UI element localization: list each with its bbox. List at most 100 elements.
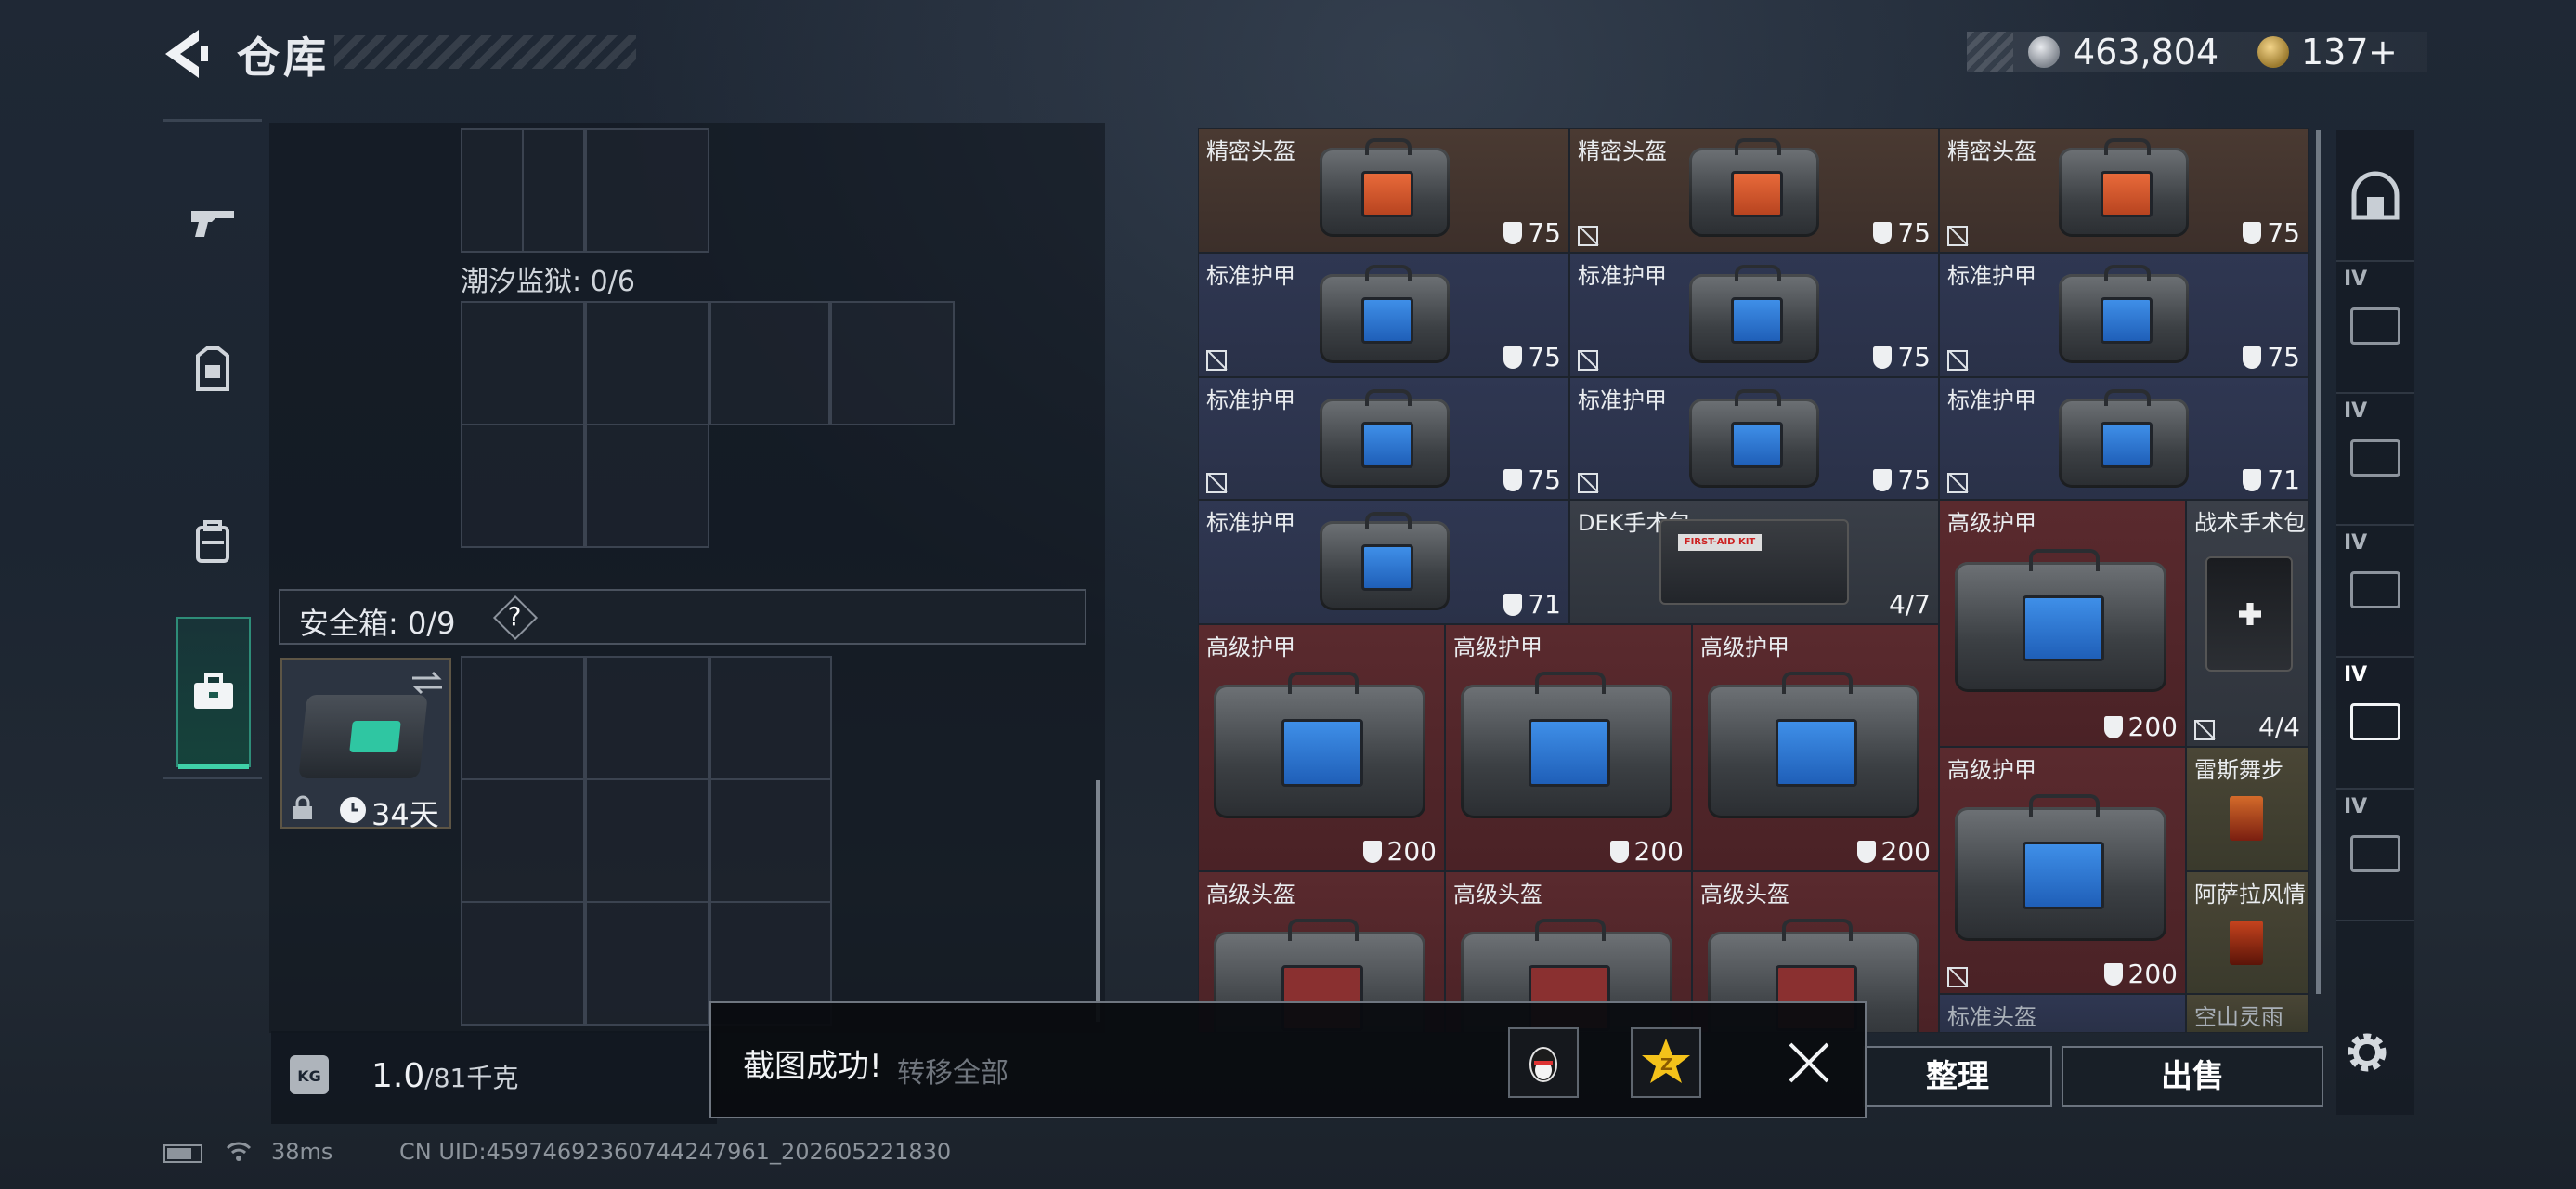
item-name: 高级头盔 <box>1206 882 1295 908</box>
durability: 75 <box>1503 217 1561 248</box>
medical-box-icon <box>2350 703 2400 740</box>
grid-slot[interactable] <box>585 128 709 253</box>
item-tactical-surgery-kit[interactable]: 战术手术包 4/4 <box>2186 500 2309 747</box>
item-advanced-armor[interactable]: 高级护甲 200 <box>1445 624 1692 871</box>
durability: 200 <box>1362 836 1437 867</box>
item-advanced-armor[interactable]: 高级护甲 200 <box>1939 747 2186 994</box>
item-advanced-armor[interactable]: 高级护甲 200 <box>1692 624 1939 871</box>
item-precision-helmet[interactable]: 精密头盔 75 <box>1569 128 1939 253</box>
grid-slot[interactable] <box>585 901 709 1026</box>
item-name: 标准护甲 <box>1206 510 1295 536</box>
silver-balance: 463,804 <box>2073 32 2219 72</box>
item-drink-rex-dance[interactable]: 雷斯舞步 <box>2186 747 2309 871</box>
item-standard-armor[interactable]: 标准护甲 71 <box>1939 377 2309 500</box>
item-advanced-armor[interactable]: 高级护甲 200 <box>1939 500 2186 747</box>
storage-tab-1[interactable]: IV <box>2336 260 2414 394</box>
grid-slot[interactable] <box>522 128 585 253</box>
item-name: 高级护甲 <box>1206 634 1295 660</box>
storage-scrollbar[interactable] <box>2316 130 2321 994</box>
storage-tab-5[interactable]: IV <box>2336 788 2414 921</box>
sell-button[interactable]: 出售 <box>2062 1046 2323 1107</box>
item-precision-helmet[interactable]: 精密头盔 75 <box>1939 128 2309 253</box>
star-icon: Z <box>1642 1039 1690 1083</box>
uid-readout: CN UID:4597469236074424796​1_20260522183… <box>399 1139 952 1165</box>
storage-tab-3[interactable]: IV <box>2336 524 2414 658</box>
sidebar-item-backpack[interactable] <box>163 481 262 602</box>
settings-gear-icon[interactable] <box>2340 1026 2394 1079</box>
item-name: 高级护甲 <box>1947 510 2036 536</box>
sidebar-item-armor[interactable] <box>163 314 262 425</box>
item-standard-armor[interactable]: 标准护甲 75 <box>1198 377 1569 500</box>
grid-slot[interactable] <box>585 778 709 903</box>
item-name: 标准护甲 <box>1947 263 2036 289</box>
armor-image <box>1708 671 1919 818</box>
gold-topup-button[interactable]: + <box>2368 32 2398 72</box>
share-qzone-button[interactable]: Z <box>1631 1027 1701 1098</box>
item-advanced-armor[interactable]: 高级护甲 200 <box>1198 624 1445 871</box>
item-name: 雷斯舞步 <box>2194 757 2283 783</box>
item-precision-helmet[interactable]: 精密头盔 75 <box>1198 128 1569 253</box>
durability: 75 <box>1873 342 1931 372</box>
grid-slot[interactable] <box>461 656 585 780</box>
no-repair-icon <box>1206 473 1227 493</box>
grid-slot[interactable] <box>461 901 585 1026</box>
grid-slot[interactable] <box>461 301 585 425</box>
armor-image <box>2059 265 2189 363</box>
durability: 75 <box>1503 342 1561 372</box>
storage-tab-4-active[interactable]: IV <box>2336 656 2414 790</box>
grid-slot[interactable] <box>709 656 832 780</box>
item-standard-armor[interactable]: 标准护甲 75 <box>1569 377 1939 500</box>
durability: 200 <box>1609 836 1684 867</box>
no-repair-icon <box>1578 350 1598 371</box>
grid-slot[interactable] <box>461 424 585 548</box>
weight-value: 1.0 <box>371 1057 425 1095</box>
item-standard-armor[interactable]: 标准护甲 75 <box>1569 253 1939 377</box>
item-name: 精密头盔 <box>1206 138 1295 164</box>
item-standard-armor[interactable]: 标准护甲 75 <box>1198 253 1569 377</box>
screenshot-toast: 转移全部 截图成功! Z <box>709 1001 1867 1118</box>
item-standard-armor[interactable]: 标准护甲 71 <box>1198 500 1569 624</box>
item-dek-surgery-kit[interactable]: DEK手术包 FIRST-AID KIT 4/7 <box>1569 500 1939 624</box>
grid-slot[interactable] <box>585 424 709 548</box>
item-drink-asala[interactable]: 阿萨拉风情 <box>2186 871 2309 994</box>
gold-coin-icon <box>2257 36 2289 68</box>
sidebar-item-weapons[interactable] <box>163 171 262 273</box>
tactical-kit-image <box>2205 556 2293 672</box>
grid-slot[interactable] <box>461 778 585 903</box>
safe-case-item[interactable]: 34天 <box>280 658 451 832</box>
no-repair-icon <box>1578 226 1598 246</box>
safe-box-label: 安全箱: 0/9 <box>299 606 456 641</box>
weight-limit: /81千克 <box>424 1063 519 1093</box>
item-name: 标准护甲 <box>1947 387 2036 413</box>
storage-tabs: IV IV IV IV IV <box>2336 130 2414 1115</box>
grid-slot[interactable] <box>461 128 524 253</box>
first-aid-kit-image: FIRST-AID KIT <box>1659 519 1849 605</box>
grid-slot[interactable] <box>830 301 955 425</box>
close-icon[interactable] <box>1781 1035 1837 1091</box>
grid-slot[interactable] <box>709 778 832 903</box>
item-standard-helmet[interactable]: 标准头盔 <box>1939 994 2186 1033</box>
share-qq-button[interactable] <box>1508 1027 1579 1098</box>
back-arrow-icon[interactable] <box>158 26 214 82</box>
help-button[interactable]: ? <box>496 598 533 635</box>
armor-image <box>1689 389 1819 488</box>
sidebar-item-safe-box[interactable] <box>176 617 251 769</box>
title-stripe <box>334 35 636 69</box>
armor-image <box>2059 389 2189 488</box>
item-standard-armor[interactable]: 标准护甲 75 <box>1939 253 2309 377</box>
durability: 71 <box>2243 464 2300 495</box>
left-scrollbar[interactable] <box>1096 780 1100 1022</box>
swap-icon[interactable] <box>410 669 444 697</box>
grid-slot[interactable] <box>585 301 709 425</box>
storage-tab-home[interactable] <box>2336 130 2414 262</box>
grid-slot[interactable] <box>585 656 709 780</box>
grid-slot[interactable] <box>709 301 830 425</box>
item-drink-kongshan[interactable]: 空山灵雨 <box>2186 994 2309 1033</box>
case-image <box>298 695 428 778</box>
category-sidebar <box>163 119 262 782</box>
durability: 71 <box>1503 589 1561 620</box>
storage-box-icon <box>2350 307 2400 345</box>
tidy-button[interactable]: 整理 <box>1863 1046 2052 1107</box>
medical-box-icon <box>2350 835 2400 872</box>
storage-tab-2[interactable]: IV <box>2336 392 2414 526</box>
